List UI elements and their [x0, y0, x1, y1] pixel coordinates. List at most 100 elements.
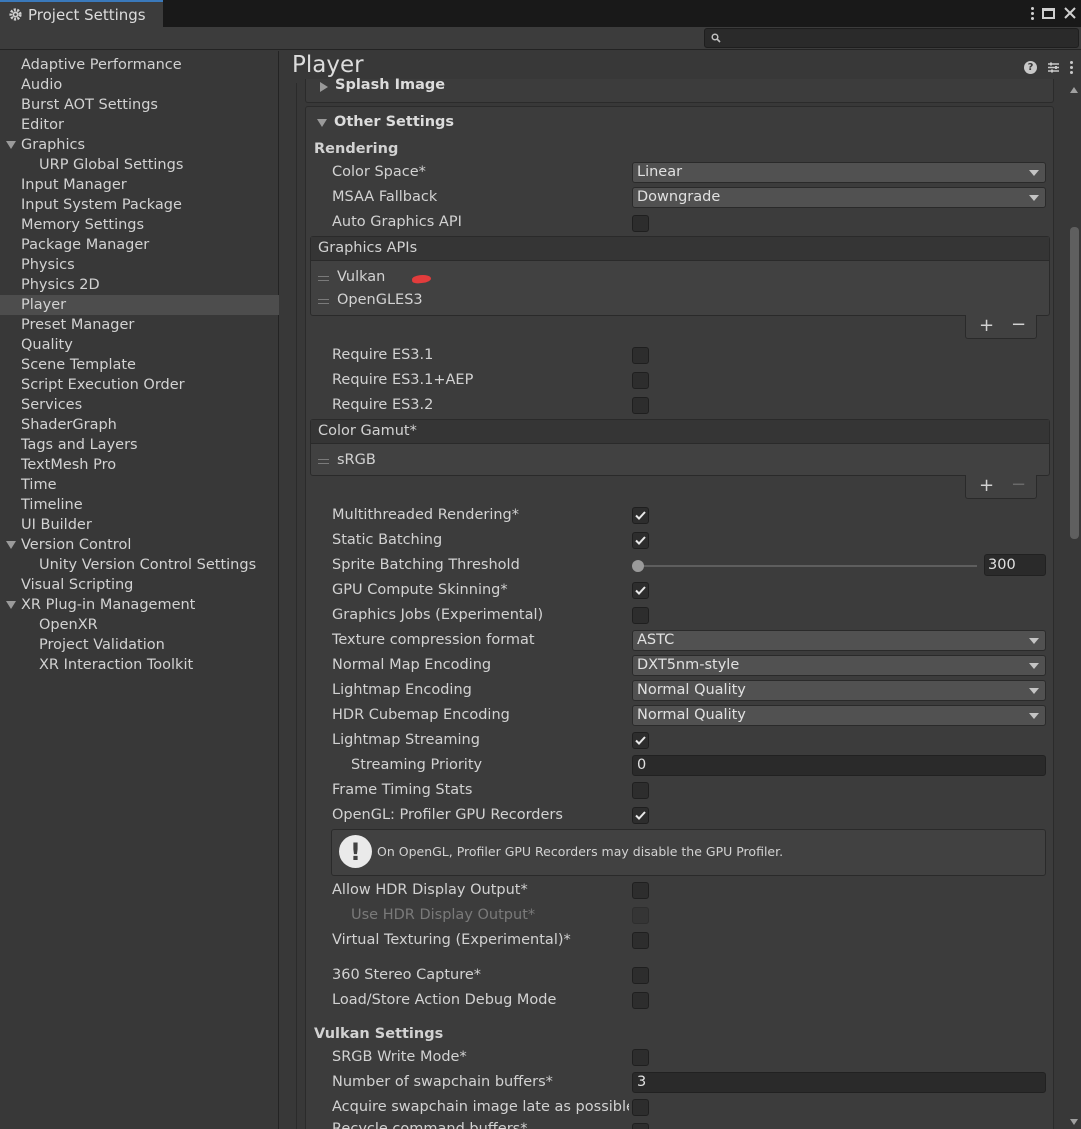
sidebar-item-scene-template[interactable]: Scene Template [0, 355, 279, 375]
sidebar-item-urp-global-settings[interactable]: URP Global Settings [0, 155, 279, 175]
multithreaded-rendering-checkbox[interactable] [632, 507, 649, 524]
close-icon[interactable] [1063, 6, 1077, 20]
preset-icon[interactable] [1047, 61, 1060, 74]
lightmap-streaming-checkbox[interactable] [632, 732, 649, 749]
graphics-apis-header: Graphics APIs [311, 237, 1049, 261]
sidebar-item-preset-manager[interactable]: Preset Manager [0, 315, 279, 335]
sidebar-item-burst-aot-settings[interactable]: Burst AOT Settings [0, 95, 279, 115]
stereo-capture-checkbox[interactable] [632, 967, 649, 984]
sidebar-item-openxr[interactable]: OpenXR [0, 615, 279, 635]
sidebar-item-graphics[interactable]: Graphics [0, 135, 279, 155]
sidebar-item-timeline[interactable]: Timeline [0, 495, 279, 515]
maximize-icon[interactable] [1042, 7, 1055, 19]
sprite-threshold-slider-handle[interactable] [632, 560, 644, 572]
acquire-swapchain-late-checkbox[interactable] [632, 1099, 649, 1116]
remove-icon[interactable]: − [1011, 314, 1026, 335]
streaming-priority-field[interactable]: 0 [632, 755, 1046, 776]
sidebar-item-audio[interactable]: Audio [0, 75, 279, 95]
virtual-texturing-checkbox[interactable] [632, 932, 649, 949]
foldout-arrow-icon[interactable] [6, 601, 16, 609]
search-input[interactable] [704, 28, 1079, 48]
scrollbar-thumb[interactable] [1070, 227, 1079, 539]
allow-hdr-checkbox[interactable] [632, 882, 649, 899]
help-icon[interactable]: ? [1024, 61, 1037, 74]
sidebar-item-package-manager[interactable]: Package Manager [0, 235, 279, 255]
foldout-arrow-icon[interactable] [6, 541, 16, 549]
hdr-cubemap-encoding-dropdown[interactable]: Normal Quality [632, 705, 1046, 726]
virtual-texturing-label: Virtual Texturing (Experimental)* [332, 932, 571, 948]
sidebar-item-player[interactable]: Player [0, 295, 279, 315]
more-icon[interactable] [1070, 61, 1073, 74]
swapchain-buffers-field[interactable]: 3 [632, 1072, 1046, 1093]
sidebar-item-physics[interactable]: Physics [0, 255, 279, 275]
sidebar-item-input-manager[interactable]: Input Manager [0, 175, 279, 195]
load-store-debug-checkbox[interactable] [632, 992, 649, 1009]
sidebar-item-xr-plug-in-management[interactable]: XR Plug-in Management [0, 595, 279, 615]
sidebar-item-textmesh-pro[interactable]: TextMesh Pro [0, 455, 279, 475]
graphics-jobs-checkbox[interactable] [632, 607, 649, 624]
add-icon[interactable]: + [979, 315, 994, 336]
sidebar-item-physics-2d[interactable]: Physics 2D [0, 275, 279, 295]
sidebar-item-visual-scripting[interactable]: Visual Scripting [0, 575, 279, 595]
sidebar-item-time[interactable]: Time [0, 475, 279, 495]
color-space-dropdown[interactable]: Linear [632, 162, 1046, 183]
drag-handle-icon[interactable] [318, 459, 329, 464]
help-box: ! On OpenGL, Profiler GPU Recorders may … [331, 829, 1046, 876]
sidebar-item-xr-interaction-toolkit[interactable]: XR Interaction Toolkit [0, 655, 279, 675]
list-item[interactable]: sRGB [337, 452, 376, 468]
sprite-threshold-field[interactable]: 300 [984, 554, 1046, 576]
list-item[interactable]: OpenGLES3 [337, 292, 423, 308]
add-icon[interactable]: + [979, 475, 994, 496]
scroll-up-icon[interactable] [1070, 87, 1078, 93]
sidebar-item-input-system-package[interactable]: Input System Package [0, 195, 279, 215]
sidebar-item-script-execution-order[interactable]: Script Execution Order [0, 375, 279, 395]
static-batching-checkbox[interactable] [632, 532, 649, 549]
sidebar-item-label: Player [21, 297, 67, 313]
srgb-write-mode-checkbox[interactable] [632, 1049, 649, 1066]
sidebar-item-unity-version-control-settings[interactable]: Unity Version Control Settings [0, 555, 279, 575]
frame-timing-stats-checkbox[interactable] [632, 782, 649, 799]
scroll-down-icon[interactable] [1070, 1119, 1078, 1125]
remove-icon[interactable]: − [1011, 474, 1026, 495]
sidebar-item-quality[interactable]: Quality [0, 335, 279, 355]
lightmap-encoding-value: Normal Quality [637, 682, 746, 698]
window-tab[interactable]: Project Settings [0, 0, 163, 27]
lightmap-encoding-dropdown[interactable]: Normal Quality [632, 680, 1046, 701]
require-es32-checkbox[interactable] [632, 397, 649, 414]
other-settings-foldout[interactable]: Other Settings [317, 114, 454, 130]
recycle-command-buffers-checkbox[interactable] [632, 1123, 649, 1129]
auto-graphics-api-checkbox[interactable] [632, 215, 649, 232]
use-hdr-checkbox [632, 907, 649, 924]
sidebar-item-tags-and-layers[interactable]: Tags and Layers [0, 435, 279, 455]
sidebar-item-services[interactable]: Services [0, 395, 279, 415]
sidebar-item-editor[interactable]: Editor [0, 115, 279, 135]
require-es31-checkbox[interactable] [632, 347, 649, 364]
sidebar-item-shadergraph[interactable]: ShaderGraph [0, 415, 279, 435]
splash-image-foldout[interactable]: Splash Image [305, 77, 1054, 103]
require-es31aep-label: Require ES3.1+AEP [332, 372, 474, 388]
static-batching-label: Static Batching [332, 532, 443, 548]
require-es31aep-checkbox[interactable] [632, 372, 649, 389]
texture-compression-dropdown[interactable]: ASTC [632, 630, 1046, 651]
sidebar-item-ui-builder[interactable]: UI Builder [0, 515, 279, 535]
normal-map-encoding-label: Normal Map Encoding [332, 657, 492, 673]
drag-handle-icon[interactable] [318, 299, 329, 304]
sidebar-item-label: OpenXR [39, 617, 98, 633]
sidebar-item-label: Version Control [21, 537, 132, 553]
sidebar-item-adaptive-performance[interactable]: Adaptive Performance [0, 55, 279, 75]
splash-image-header: Splash Image [335, 77, 446, 93]
drag-handle-icon[interactable] [318, 276, 329, 281]
color-space-label: Color Space* [332, 164, 426, 180]
list-item[interactable]: Vulkan [337, 269, 385, 285]
more-icon[interactable] [1030, 6, 1034, 20]
foldout-arrow-icon[interactable] [6, 141, 16, 149]
vertical-scrollbar[interactable] [1067, 83, 1081, 1129]
sidebar-item-memory-settings[interactable]: Memory Settings [0, 215, 279, 235]
sidebar-item-version-control[interactable]: Version Control [0, 535, 279, 555]
normal-map-encoding-dropdown[interactable]: DXT5nm-style [632, 655, 1046, 676]
sidebar-item-project-validation[interactable]: Project Validation [0, 635, 279, 655]
gpu-compute-skinning-checkbox[interactable] [632, 582, 649, 599]
opengl-profiler-checkbox[interactable] [632, 807, 649, 824]
sprite-threshold-slider-track[interactable] [637, 565, 977, 567]
msaa-fallback-dropdown[interactable]: Downgrade [632, 187, 1046, 208]
